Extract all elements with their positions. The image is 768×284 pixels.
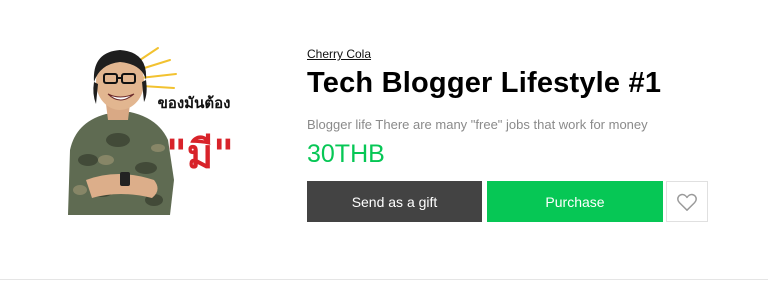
section-divider xyxy=(0,279,768,280)
author-link[interactable]: Cherry Cola xyxy=(307,47,371,61)
like-button[interactable] xyxy=(666,181,708,222)
purchase-button[interactable]: Purchase xyxy=(487,181,663,222)
price: 30THB xyxy=(307,140,385,168)
product-description: Blogger life There are many "free" jobs … xyxy=(307,117,648,132)
svg-text:ของมันต้อง: ของมันต้อง xyxy=(158,94,231,112)
product-title: Tech Blogger Lifestyle #1 xyxy=(307,67,662,99)
sticker-image: ของมันต้อง "มี" xyxy=(58,40,258,220)
send-gift-button[interactable]: Send as a gift xyxy=(307,181,482,222)
svg-text:"มี": "มี" xyxy=(166,132,234,178)
heart-icon xyxy=(677,193,697,211)
